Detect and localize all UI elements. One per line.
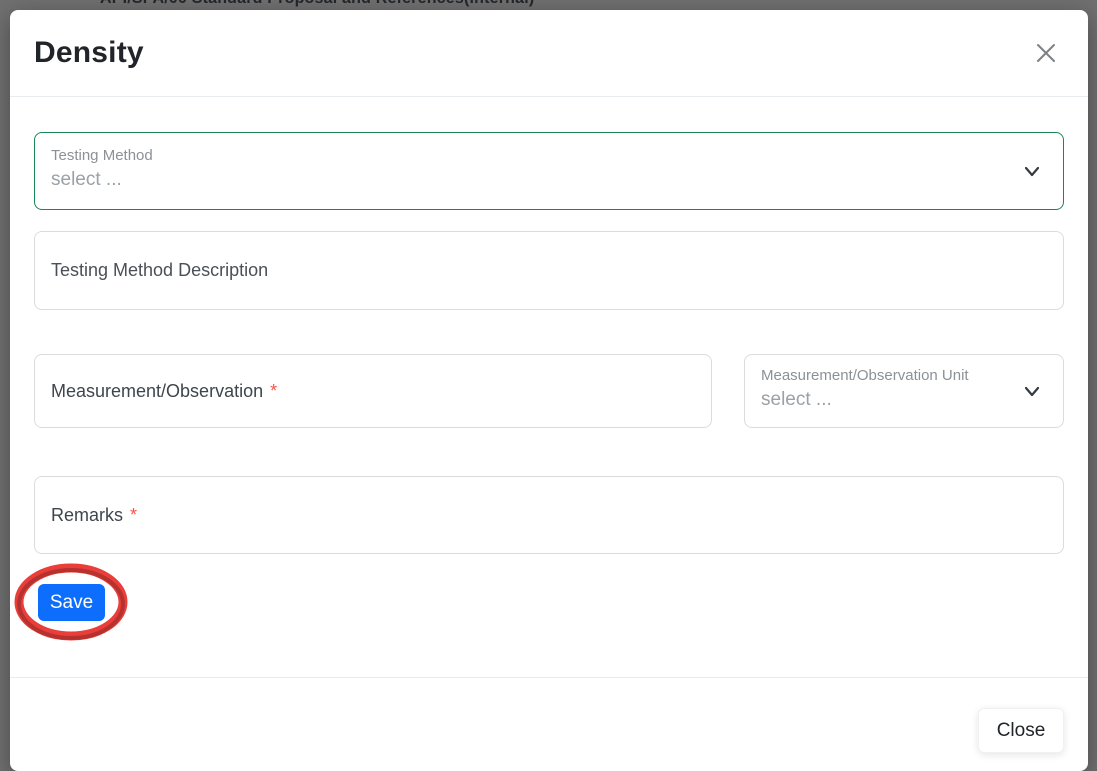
- close-x-icon: [1037, 44, 1055, 62]
- modal-header: Density: [10, 10, 1088, 97]
- measurement-observation-unit-select[interactable]: Measurement/Observation Unit select ...: [744, 354, 1064, 428]
- chevron-down-icon: [1021, 160, 1043, 182]
- required-asterisk: *: [270, 380, 278, 401]
- close-button[interactable]: Close: [978, 708, 1064, 753]
- measurement-observation-unit-label: Measurement/Observation Unit: [761, 367, 969, 384]
- modal-title: Density: [34, 36, 144, 69]
- measurement-observation-unit-placeholder: select ...: [761, 388, 832, 410]
- modal-body: Testing Method select ... Testing Method…: [10, 97, 1088, 641]
- save-button-area: Save: [14, 563, 128, 641]
- save-button[interactable]: Save: [38, 584, 105, 621]
- close-icon[interactable]: [1034, 41, 1058, 65]
- background-page-title: API/SPA/00 Standard Proposal and Referen…: [100, 0, 534, 8]
- required-asterisk: *: [130, 504, 138, 525]
- density-modal: Density Testing Method select ... Testin…: [10, 10, 1088, 771]
- measurement-observation-label: Measurement/Observation: [51, 380, 264, 401]
- testing-method-label: Testing Method: [51, 147, 153, 164]
- measurement-observation-input[interactable]: Measurement/Observation *: [34, 354, 712, 428]
- measurement-row: Measurement/Observation * Measurement/Ob…: [34, 354, 1064, 428]
- chevron-down-icon: [1021, 380, 1043, 402]
- remarks-input[interactable]: Remarks *: [34, 476, 1064, 554]
- testing-method-placeholder: select ...: [51, 168, 122, 190]
- testing-method-description-label: Testing Method Description: [51, 260, 269, 280]
- testing-method-select[interactable]: Testing Method select ...: [34, 132, 1064, 210]
- testing-method-description-input[interactable]: Testing Method Description: [34, 231, 1064, 310]
- remarks-label: Remarks: [51, 504, 124, 525]
- modal-footer: Close: [10, 677, 1088, 771]
